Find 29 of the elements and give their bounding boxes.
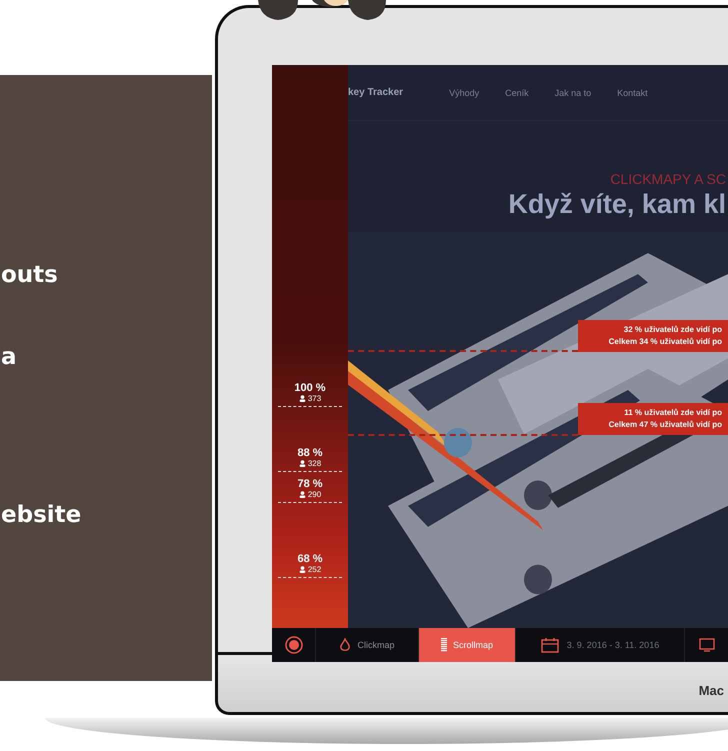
nav-link[interactable]: Výhody [449, 88, 480, 98]
panel-text: a [1, 344, 17, 370]
visitor-count: 328 [298, 459, 322, 468]
scroll-percent: 78 % [297, 478, 323, 490]
panel-text: outs [1, 262, 58, 288]
person-icon [298, 566, 306, 573]
mode-tab[interactable]: Scrollmap [419, 628, 516, 662]
site-logo[interactable]: key Tracker [348, 87, 404, 98]
person-icon [298, 491, 306, 498]
scroll-percent: 88 % [297, 447, 323, 459]
ruler-icon [440, 638, 447, 652]
panel-text: ebsite [1, 502, 82, 528]
visitor-count: 290 [298, 490, 322, 499]
scroll-percent: 68 % [297, 553, 323, 565]
visitor-count: 373 [298, 394, 322, 403]
nav-link[interactable]: Kontakt [617, 88, 648, 98]
nav-link[interactable]: Jak na to [554, 88, 592, 98]
hero-kicker: CLICKMAPY A SC [610, 171, 726, 187]
scroll-callout: 32 % uživatelů zde vidí po Celkem 34 % uživatelů vidí po [578, 320, 728, 352]
scroll-percent: 100 % [294, 382, 326, 394]
person-icon [298, 395, 306, 402]
brand-label: Mac [698, 682, 724, 698]
visitor-count: 252 [298, 565, 322, 574]
calendar-icon [540, 638, 559, 652]
nav-link[interactable]: Ceník [505, 88, 529, 98]
person-icon [298, 460, 306, 467]
hero-title: Když víte, kam kl [508, 189, 726, 220]
monitor-icon [698, 638, 714, 652]
scroll-callout: 11 % uživatelů zde vidí po Celkem 47 % uživatelů vidí po [578, 403, 728, 435]
